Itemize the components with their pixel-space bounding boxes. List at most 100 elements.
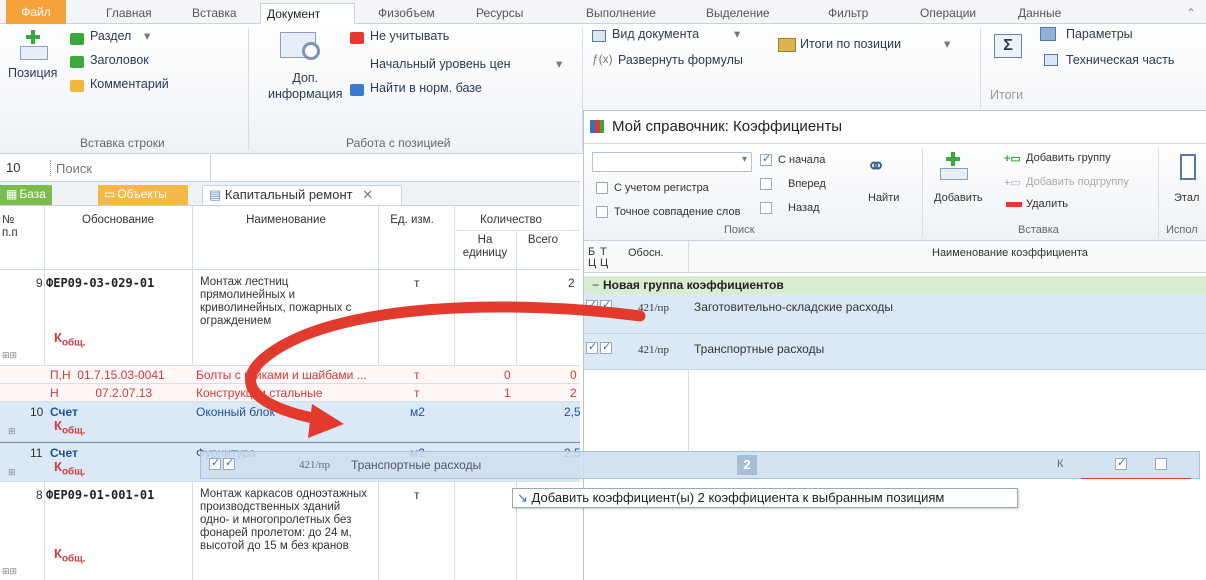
dialog-ribbon: ▾ С начала С учетом регистра Вперед Точн… bbox=[584, 143, 1206, 241]
find-norm-label: Найти в норм. базе bbox=[370, 81, 482, 95]
coefficient-name: Заготовительно-складские расходы bbox=[694, 300, 894, 314]
tab-operations[interactable]: Операции bbox=[914, 3, 982, 24]
header-basis[interactable]: Обосн. bbox=[628, 247, 664, 259]
group-name: Новая группа коэффициентов bbox=[603, 278, 784, 292]
search-input[interactable] bbox=[56, 158, 204, 178]
header-coefficient-name[interactable]: Наименование коэффициента bbox=[932, 247, 1088, 259]
coefficients-dialog: Мой справочник: Коэффициенты ▾ С начала … bbox=[583, 110, 1206, 580]
header-num[interactable]: № п.п bbox=[2, 214, 32, 240]
row-name: Оконный блок bbox=[196, 405, 275, 419]
table-row[interactable]: 10 Счет Оконный блок м2 2,5 Кобщ. ⊞ bbox=[0, 402, 581, 442]
totals-label: Итоги bbox=[990, 88, 1024, 102]
collapse-ribbon-icon[interactable]: ⌃ bbox=[1180, 3, 1202, 24]
tab-filter[interactable]: Фильтр bbox=[822, 3, 874, 24]
search-combo[interactable]: ▾ bbox=[592, 152, 752, 172]
parameters-icon bbox=[1040, 27, 1056, 41]
technical-part-label: Техническая часть bbox=[1066, 53, 1175, 67]
tab-capital-repair[interactable]: ▤ Капитальный ремонт ✕ bbox=[202, 185, 402, 205]
table-row[interactable]: Н 07.2.07.13 Конструкции стальные т 1 2 bbox=[0, 384, 580, 402]
exact-match-checkbox[interactable] bbox=[596, 206, 608, 218]
delete-icon bbox=[1006, 202, 1022, 207]
tab-physvolume[interactable]: Физобъем bbox=[372, 3, 441, 24]
add-comment-label: Комментарий bbox=[90, 77, 169, 91]
header-quantity[interactable]: Количество bbox=[456, 214, 566, 226]
header-t[interactable]: Т Ц bbox=[600, 247, 608, 269]
tab-data[interactable]: Данные bbox=[1012, 3, 1067, 24]
row-unit: т bbox=[414, 386, 420, 400]
collapse-icon[interactable]: − bbox=[592, 278, 599, 292]
header-name[interactable]: Наименование bbox=[196, 214, 376, 226]
extra-info-label: Доп. информация bbox=[268, 71, 343, 101]
from-start-label: С начала bbox=[778, 154, 826, 166]
b-checkbox[interactable] bbox=[586, 340, 598, 354]
row-total: 2,5 bbox=[564, 405, 581, 419]
coefficient-row[interactable]: 421/пр Транспортные расходы bbox=[584, 334, 1206, 370]
expand-icon[interactable]: ⊞ bbox=[8, 467, 16, 478]
coefficient-group-row[interactable]: − Новая группа коэффициентов bbox=[584, 276, 1206, 294]
header-total[interactable]: Всего bbox=[518, 234, 568, 246]
drag-name: Транспортные расходы bbox=[351, 458, 482, 472]
add-header-label: Заголовок bbox=[90, 53, 149, 67]
chevron-down-icon: ▾ bbox=[944, 37, 951, 51]
directory-icon bbox=[590, 120, 604, 133]
close-icon[interactable]: ✕ bbox=[362, 187, 373, 202]
coefficient-basis: 421/пр bbox=[638, 302, 669, 314]
k-coefficient-label: Кобщ. bbox=[54, 418, 85, 437]
header-basis[interactable]: Обоснование bbox=[48, 214, 188, 226]
ignore-label: Не учитывать bbox=[370, 29, 450, 43]
dialog-title-bar[interactable]: Мой справочник: Коэффициенты bbox=[584, 111, 1206, 143]
header-unit[interactable]: Ед. изм. bbox=[380, 214, 444, 226]
case-checkbox[interactable] bbox=[596, 182, 608, 194]
from-start-checkbox[interactable] bbox=[760, 152, 772, 166]
search-row: 10 bbox=[0, 154, 580, 182]
estimate-grid: № п.п Обоснование Наименование Ед. изм. … bbox=[0, 206, 582, 580]
forward-checkbox[interactable] bbox=[760, 178, 772, 190]
t-checkbox[interactable] bbox=[600, 340, 612, 354]
tab-base[interactable]: ▦ База bbox=[0, 185, 52, 205]
table-row[interactable]: П,Н 01.7.15.03-0041 Болты с гайками и ша… bbox=[0, 366, 580, 384]
tab-home[interactable]: Главная bbox=[100, 3, 158, 24]
doc-view-icon bbox=[592, 30, 606, 42]
divider bbox=[1081, 478, 1191, 479]
table-row[interactable]: 8 ФЕР09-01-001-01 Монтаж каркасов одноэт… bbox=[0, 482, 580, 580]
position-number-field[interactable]: 10 bbox=[2, 158, 46, 178]
tab-resources[interactable]: Ресурсы bbox=[470, 3, 529, 24]
tab-document[interactable]: Документ bbox=[260, 3, 355, 24]
header-b[interactable]: Б Ц bbox=[588, 247, 596, 269]
magnifier-icon bbox=[302, 42, 320, 60]
add-section-label: Раздел bbox=[90, 29, 132, 43]
add-group-label: Добавить группу bbox=[1026, 152, 1111, 164]
header-per-unit[interactable]: На единицу bbox=[458, 234, 512, 260]
t-checkbox[interactable] bbox=[600, 298, 612, 312]
divider bbox=[980, 28, 981, 108]
b-checkbox[interactable] bbox=[586, 298, 598, 312]
drop-tooltip: ↘ Добавить коэффициент(ы) 2 коэффициента… bbox=[512, 488, 1018, 508]
tab-execution[interactable]: Выполнение bbox=[580, 3, 662, 24]
totals-by-position-label: Итоги по позиции bbox=[800, 37, 902, 51]
divider bbox=[248, 28, 249, 150]
group-label-insert-row: Вставка строки bbox=[80, 136, 165, 150]
technical-icon bbox=[1044, 54, 1058, 66]
row-num: 11 bbox=[30, 446, 43, 460]
row-basis: ФЕР09-03-029-01 bbox=[46, 276, 155, 290]
expand-icon[interactable]: ⊞ bbox=[8, 426, 16, 437]
find-label: Найти bbox=[868, 192, 900, 204]
tab-insert[interactable]: Вставка bbox=[186, 3, 243, 24]
back-checkbox[interactable] bbox=[760, 202, 772, 214]
divider bbox=[922, 148, 923, 238]
chevron-down-icon: ▾ bbox=[144, 29, 151, 43]
coefficient-row[interactable]: 421/пр Заготовительно-складские расходы bbox=[584, 294, 1206, 334]
coefficients-table-header: Б Ц Т Ц Обосн. Наименование коэффициента bbox=[584, 241, 1206, 273]
row-unit: м2 bbox=[410, 405, 425, 419]
coefficient-basis: 421/пр bbox=[638, 344, 669, 356]
expand-icon[interactable]: ⊞⊞ bbox=[2, 566, 17, 577]
expand-icon[interactable]: ⊞⊞ bbox=[2, 350, 17, 361]
k-letter: К bbox=[54, 418, 62, 433]
row-basis: Счет bbox=[50, 405, 78, 419]
tab-objects[interactable]: ▭ Объекты bbox=[98, 185, 188, 205]
tab-selection[interactable]: Выделение bbox=[700, 3, 776, 24]
k-sub: общ. bbox=[61, 466, 86, 478]
tab-file[interactable]: Файл bbox=[6, 0, 66, 24]
table-row[interactable]: 9 ФЕР09-03-029-01 Монтаж лестниц прямоли… bbox=[0, 270, 580, 366]
add-subgroup-icon: +▭ bbox=[1004, 177, 1021, 189]
